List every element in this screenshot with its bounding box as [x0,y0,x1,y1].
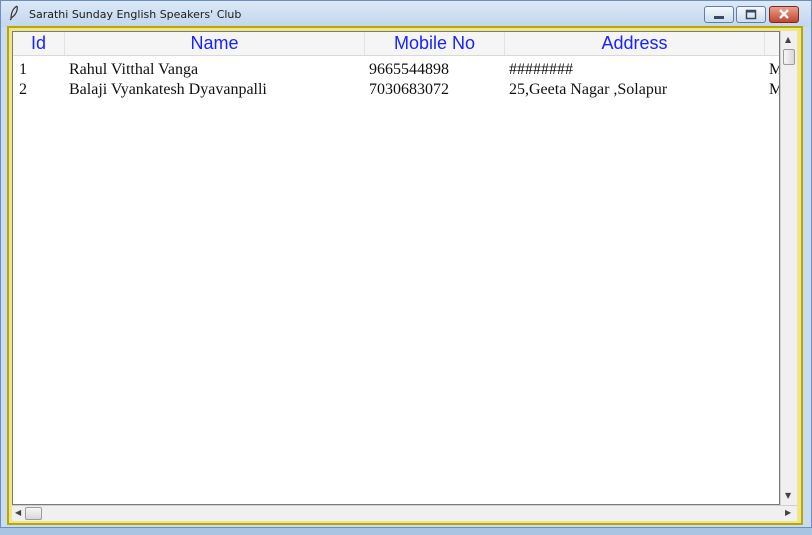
column-header-address[interactable]: Address [505,32,765,55]
taskbar-strip [0,528,812,535]
cell-name: Rahul Vitthal Vanga [69,61,199,78]
column-header-mobile[interactable]: Mobile No [365,32,505,55]
maximize-button[interactable] [736,6,766,23]
column-header-next[interactable]: M [765,32,779,55]
cell-mobile: 7030683072 [369,81,449,98]
data-grid[interactable]: Id Name Mobile No Address M 1 Rahul Vitt… [12,31,780,505]
close-button[interactable] [769,6,799,23]
feather-icon [9,5,18,21]
cell-address: ######## [509,61,573,78]
cell-next: M [769,60,779,80]
cell-address: 25,Geeta Nagar ,Solapur [509,81,668,98]
table-row[interactable]: 2 Balaji Vyankatesh Dyavanpalli 70306830… [13,80,779,100]
table-row[interactable]: 1 Rahul Vitthal Vanga 9665544898 #######… [13,60,779,80]
window-title: Sarathi Sunday English Speakers' Club [29,8,242,21]
cell-id: 2 [19,81,27,98]
grid-frame: Id Name Mobile No Address M 1 Rahul Vitt… [7,26,803,525]
scroll-right-icon[interactable]: ▶ [785,509,791,517]
cell-mobile: 9665544898 [369,61,449,78]
horizontal-scrollbar[interactable]: ◀ ▶ [12,505,797,521]
scroll-down-icon[interactable]: ▼ [785,492,791,500]
grid-header: Id Name Mobile No Address M [13,32,779,56]
vertical-scrollbar[interactable]: ▲ ▼ [780,31,797,505]
app-window: Sarathi Sunday English Speakers' Club Id… [0,0,812,528]
close-icon [779,9,789,19]
column-header-name[interactable]: Name [65,32,365,55]
scroll-left-icon[interactable]: ◀ [15,509,21,517]
column-header-id[interactable]: Id [13,32,65,55]
cell-next: M [769,80,779,100]
minimize-button[interactable] [704,6,734,23]
title-bar[interactable]: Sarathi Sunday English Speakers' Club [1,1,811,27]
maximize-icon [745,9,757,20]
horizontal-scroll-thumb[interactable] [25,507,42,520]
cell-id: 1 [19,61,27,78]
cell-name: Balaji Vyankatesh Dyavanpalli [69,81,267,98]
scroll-up-icon[interactable]: ▲ [785,36,791,44]
minimize-icon [714,16,724,19]
vertical-scroll-thumb[interactable] [783,49,795,65]
